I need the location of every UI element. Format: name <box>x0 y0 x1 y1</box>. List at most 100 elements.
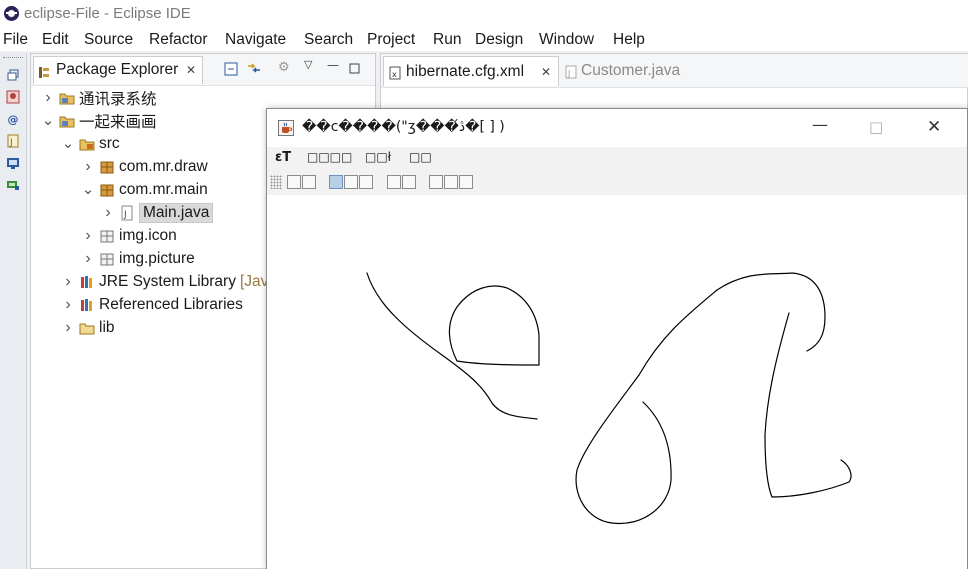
tree-item-label: 通讯录系统 <box>79 91 157 108</box>
java-file-icon: J <box>119 205 135 221</box>
java-file-icon: J <box>565 64 577 83</box>
drawing-menu-4[interactable]: □□ <box>409 150 432 164</box>
minimize-button[interactable]: — <box>812 115 828 134</box>
menu-source[interactable]: Source <box>84 31 133 49</box>
drawing-menu-file[interactable]: ɛT <box>275 150 291 165</box>
menu-navigate[interactable]: Navigate <box>225 31 286 49</box>
tree-item-label: Referenced Libraries <box>99 296 243 313</box>
filter-icon[interactable]: ⚙ <box>278 60 290 75</box>
drawing-app-window: ��c����("ʒ���ڎ́�[ ] ) — □ ✕ ɛT □□□□ □□ł … <box>266 108 968 569</box>
tab-hibernate-cfg[interactable]: x hibernate.cfg.xml ✕ <box>383 56 559 86</box>
toolbar-group-3[interactable] <box>387 175 417 189</box>
eclipse-logo-icon <box>4 6 19 21</box>
tab-customer-java[interactable]: J Customer.java <box>563 56 713 86</box>
tree-item[interactable]: › JRE System Library [Java <box>61 271 277 293</box>
tree-item-label: lib <box>99 319 115 336</box>
chevron-right-icon[interactable]: › <box>101 205 115 221</box>
tree-item[interactable]: › 通讯录系统 <box>41 87 157 109</box>
tree-item[interactable]: ⌄ src <box>61 133 120 155</box>
stroke-5 <box>764 312 852 498</box>
toolbar-group-4[interactable] <box>429 175 474 189</box>
chevron-down-icon[interactable]: ⌄ <box>61 136 75 151</box>
tree-item-label: JRE System Library <box>99 273 236 290</box>
chevron-right-icon[interactable]: › <box>81 251 95 267</box>
toolbar-grip[interactable] <box>270 175 282 189</box>
tab-label: Customer.java <box>581 62 681 79</box>
title-bar: eclipse-File - Eclipse IDE <box>0 0 968 29</box>
chevron-right-icon[interactable]: › <box>61 320 75 336</box>
stroke-3 <box>638 272 826 376</box>
menu-help[interactable]: Help <box>613 31 645 49</box>
view-icon[interactable] <box>3 87 23 107</box>
chevron-down-icon[interactable]: ⌄ <box>81 182 95 197</box>
tree-item-label: img.icon <box>119 227 177 244</box>
library-icon <box>79 274 95 290</box>
tree-item-label: img.picture <box>119 250 195 267</box>
maximize-button[interactable]: □ <box>869 118 883 136</box>
drawing-menu-3[interactable]: □□ł <box>365 150 391 164</box>
menu-file[interactable]: File <box>3 31 28 49</box>
restore-icon[interactable] <box>3 65 23 85</box>
tab-package-explorer[interactable]: Package Explorer ✕ <box>33 56 203 84</box>
server-icon[interactable] <box>3 175 23 195</box>
link-with-editor-icon[interactable] <box>246 60 262 80</box>
left-trim-toolbar: @ J <box>0 53 27 569</box>
maximize-icon[interactable] <box>349 59 360 78</box>
chevron-right-icon[interactable]: › <box>61 274 75 290</box>
tab-label: Package Explorer <box>56 61 179 78</box>
tree-item[interactable]: › Referenced Libraries <box>61 294 243 316</box>
menu-window[interactable]: Window <box>539 31 594 49</box>
drawing-window-titlebar[interactable]: ��c����("ʒ���ڎ́�[ ] ) — □ ✕ <box>267 109 967 147</box>
toolbar-group-1[interactable] <box>287 175 317 189</box>
minimize-icon[interactable]: — <box>327 58 339 72</box>
chevron-right-icon[interactable]: › <box>61 297 75 313</box>
menu-run[interactable]: Run <box>433 31 461 49</box>
drawing-menu-bar: ɛT □□□□ □□ł □□ <box>267 147 967 171</box>
close-icon[interactable]: ✕ <box>186 63 196 77</box>
toolbar-grip[interactable] <box>3 57 23 60</box>
freehand-drawing <box>366 272 852 525</box>
library-icon <box>79 297 95 313</box>
drawing-menu-2[interactable]: □□□□ <box>307 150 352 164</box>
svg-text:J: J <box>123 210 127 220</box>
tree-item-label: 一起来画画 <box>79 114 157 131</box>
stroke-1 <box>366 272 538 420</box>
menu-search[interactable]: Search <box>304 31 353 49</box>
tree-item[interactable]: › com.mr.draw <box>81 156 208 178</box>
drawing-canvas[interactable] <box>267 195 967 569</box>
package-icon <box>99 159 115 175</box>
view-menu-icon[interactable]: ▽ <box>304 58 312 71</box>
chevron-down-icon[interactable]: ⌄ <box>41 113 55 128</box>
chevron-right-icon[interactable]: › <box>41 90 55 106</box>
collapse-all-icon[interactable] <box>224 61 238 80</box>
menu-edit[interactable]: Edit <box>42 31 69 49</box>
package-folder-icon <box>99 251 115 267</box>
drawing-toolbar <box>267 171 967 196</box>
tree-item[interactable]: › J Main.java <box>101 202 214 224</box>
menu-refactor[interactable]: Refactor <box>149 31 208 49</box>
project-icon <box>59 113 75 129</box>
package-folder-icon <box>99 228 115 244</box>
editor-tabbar: x hibernate.cfg.xml ✕ J Customer.java <box>381 54 968 88</box>
tree-item[interactable]: › img.picture <box>81 248 195 270</box>
tree-item[interactable]: › lib <box>61 317 115 339</box>
tree-item-label: Main.java <box>139 203 214 223</box>
chevron-right-icon[interactable]: › <box>81 228 95 244</box>
chevron-right-icon[interactable]: › <box>81 159 95 175</box>
window-title: eclipse-File - Eclipse IDE <box>24 5 191 22</box>
tree-item-label: com.mr.main <box>119 181 208 198</box>
menu-project[interactable]: Project <box>367 31 415 49</box>
tree-item-label: com.mr.draw <box>119 158 208 175</box>
declaration-icon[interactable]: J <box>3 131 23 151</box>
close-icon[interactable]: ✕ <box>541 65 551 79</box>
tree-item[interactable]: › img.icon <box>81 225 177 247</box>
tree-item-label: src <box>99 135 120 152</box>
javadoc-icon[interactable]: @ <box>3 109 23 129</box>
tree-item[interactable]: ⌄ 一起来画画 <box>41 110 157 132</box>
toolbar-group-2[interactable] <box>329 175 374 189</box>
close-button[interactable]: ✕ <box>927 117 941 137</box>
menu-design[interactable]: Design <box>475 31 523 49</box>
console-icon[interactable] <box>3 153 23 173</box>
menu-bar: File Edit Source Refactor Navigate Searc… <box>0 29 968 51</box>
tree-item[interactable]: ⌄ com.mr.main <box>81 179 208 201</box>
